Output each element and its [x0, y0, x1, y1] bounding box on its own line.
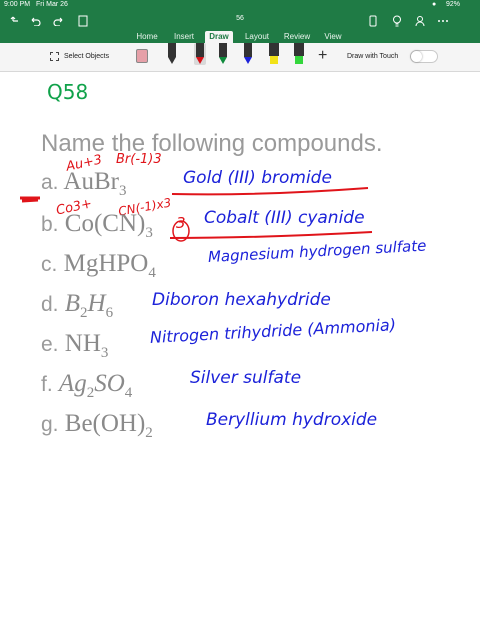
wifi-icon: ● [432, 1, 437, 8]
highlighter-green-icon[interactable] [293, 43, 305, 65]
answer-g: Beryllium hydroxide [206, 410, 378, 430]
share-icon[interactable] [413, 14, 427, 28]
compound-e: e. NH3 [41, 330, 109, 361]
tab-insert[interactable]: Insert [168, 31, 200, 43]
document-page: Q58 Name the following compounds. Au+3 B… [0, 72, 480, 640]
pen-red-icon[interactable] [194, 43, 206, 65]
tab-draw[interactable]: Draw [205, 31, 233, 43]
pen-blue-icon[interactable] [242, 43, 254, 65]
answer-a: Gold (III) bromide [183, 168, 332, 188]
status-bar: 9:00 PM Fri Mar 26 ● 92% [0, 0, 480, 11]
document-title: 56 [236, 15, 244, 22]
title-bar: 56 [0, 11, 480, 31]
phone-icon[interactable] [366, 14, 380, 28]
tab-review[interactable]: Review [280, 31, 314, 43]
lightbulb-icon[interactable] [390, 14, 404, 28]
answer-d: Diboron hexahydride [152, 290, 331, 310]
select-objects-icon[interactable] [50, 52, 59, 61]
ribbon-tabs: Home Insert Draw Layout Review View [0, 31, 480, 43]
status-date: Fri Mar 26 [36, 1, 68, 8]
tab-layout[interactable]: Layout [240, 31, 274, 43]
compound-g: g. Be(OH)2 [41, 410, 153, 441]
draw-with-touch-label: Draw with Touch [347, 53, 399, 60]
more-options-icon[interactable] [436, 14, 450, 28]
answer-f: Silver sulfate [190, 368, 302, 388]
select-objects-label[interactable]: Select Objects [64, 53, 109, 60]
red-underline-a [171, 187, 369, 196]
status-time: 9:00 PM [4, 1, 31, 8]
compound-a: a. AuBr3 [41, 168, 127, 199]
red-underline-b [169, 231, 373, 239]
compound-b: b. Co(CN)3 [41, 210, 153, 241]
add-pen-icon[interactable]: + [318, 48, 327, 64]
pen-black-icon[interactable] [166, 43, 178, 65]
status-battery: 92% [446, 1, 461, 8]
pen-green-icon[interactable] [217, 43, 229, 65]
red-dash-mark [20, 196, 40, 203]
draw-ribbon: Select Objects + Draw with Touch [0, 43, 480, 72]
tab-view[interactable]: View [320, 31, 346, 43]
highlighter-yellow-icon[interactable] [268, 43, 280, 65]
compound-f: f. Ag2SO4 [41, 370, 133, 401]
compound-c: c. MgHPO4 [41, 250, 156, 281]
tab-home[interactable]: Home [132, 31, 162, 43]
compound-d: d. B2H6 [41, 290, 114, 321]
draw-with-touch-toggle[interactable] [410, 50, 438, 63]
eraser-icon[interactable] [136, 49, 148, 63]
circled-three-mark: 3 [176, 214, 186, 232]
answer-b: Cobalt (III) cyanide [204, 208, 365, 228]
